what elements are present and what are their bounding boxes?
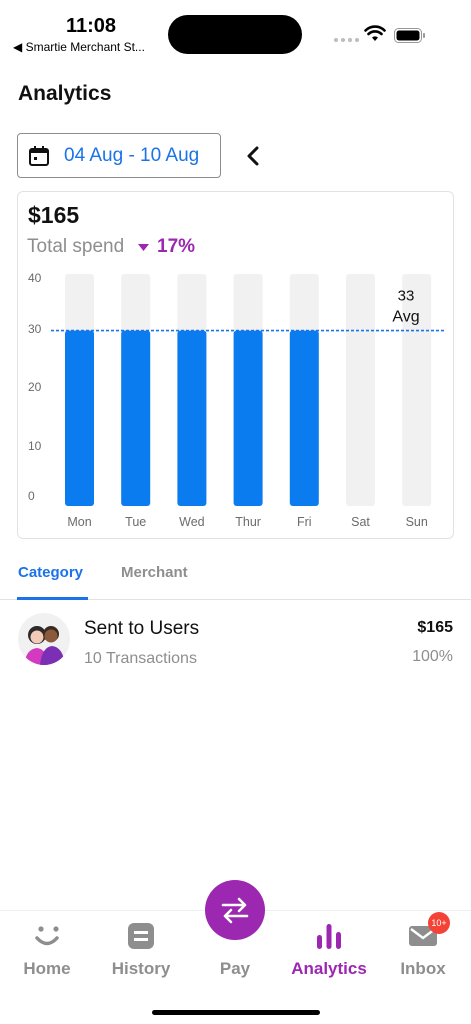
bar-wed[interactable] <box>177 330 207 506</box>
x-tick-label: Sun <box>406 515 428 529</box>
x-tick-label: Mon <box>67 515 91 529</box>
category-transactions: 10 Transactions <box>84 650 197 667</box>
x-tick-label: Tue <box>125 515 146 529</box>
bar-chart-icon <box>317 924 341 949</box>
transfer-arrows-icon <box>221 897 249 924</box>
nav-pay-label: Pay <box>219 959 251 978</box>
bar-fri[interactable] <box>289 330 319 506</box>
wifi-icon <box>364 25 386 41</box>
average-label: Avg <box>392 309 419 326</box>
dynamic-island <box>168 15 302 54</box>
tab-merchant[interactable]: Merchant <box>121 564 188 581</box>
smile-icon <box>35 926 59 946</box>
tab-category[interactable]: Category <box>18 564 83 581</box>
home-indicator <box>152 1010 320 1015</box>
pay-button[interactable] <box>205 880 265 940</box>
nav-home[interactable]: Home <box>0 921 94 979</box>
bar-track <box>346 274 375 506</box>
x-tick-label: Fri <box>297 515 312 529</box>
spend-change-percent: 17% <box>157 236 196 257</box>
weekly-spend-chart: 0 10 20 30 40 Mon Tue Wed Thur Fri Sat Sun 33 Avg <box>17 260 454 538</box>
nav-home-label: Home <box>23 959 71 978</box>
x-tick-label: Sat <box>351 515 370 529</box>
total-spend-label: Total spend <box>27 236 125 257</box>
history-icon <box>128 923 154 949</box>
average-value-label: 33 <box>398 288 415 305</box>
status-time: 11:08 <box>66 15 117 37</box>
breakdown-tabs: Category Merchant <box>0 560 471 600</box>
total-amount: $165 <box>28 202 80 228</box>
nav-inbox[interactable]: Inbox <box>376 921 470 979</box>
date-range-label: 04 Aug - 10 Aug <box>64 145 200 166</box>
category-title: Sent to Users <box>84 618 200 639</box>
nav-history-label: History <box>111 959 171 978</box>
battery-icon <box>394 28 425 43</box>
active-tab-indicator <box>17 597 88 600</box>
back-to-app-link[interactable]: ◀ Smartie Merchant St... <box>13 40 145 54</box>
cellular-signal-icon <box>334 38 359 42</box>
bar-mon[interactable] <box>65 330 94 506</box>
y-tick-label: 40 <box>28 271 42 285</box>
inbox-badge: 10+ <box>428 912 450 934</box>
nav-inbox-label: Inbox <box>400 959 446 978</box>
calendar-icon <box>29 146 49 166</box>
bar-thur[interactable] <box>233 330 263 506</box>
category-row-sent-to-users[interactable]: Sent to Users 10 Transactions $165 100% <box>0 610 471 674</box>
y-tick-label: 10 <box>28 439 42 453</box>
y-tick-label: 0 <box>28 489 35 503</box>
y-tick-label: 20 <box>28 380 42 394</box>
nav-analytics-label: Analytics <box>291 959 367 978</box>
bar-tue[interactable] <box>121 330 151 506</box>
previous-week-icon[interactable] <box>243 144 263 168</box>
nav-history[interactable]: History <box>94 921 188 979</box>
page-title: Analytics <box>18 82 112 105</box>
category-amount: $165 <box>417 619 453 636</box>
x-tick-label: Wed <box>179 515 205 529</box>
users-avatar-icon <box>18 613 70 665</box>
category-percent: 100% <box>412 648 453 665</box>
y-tick-label: 30 <box>28 322 42 336</box>
date-range-picker[interactable]: 04 Aug - 10 Aug <box>17 133 221 178</box>
nav-analytics[interactable]: Analytics <box>282 921 376 979</box>
x-tick-label: Thur <box>235 515 261 529</box>
down-arrow-icon <box>138 244 149 251</box>
